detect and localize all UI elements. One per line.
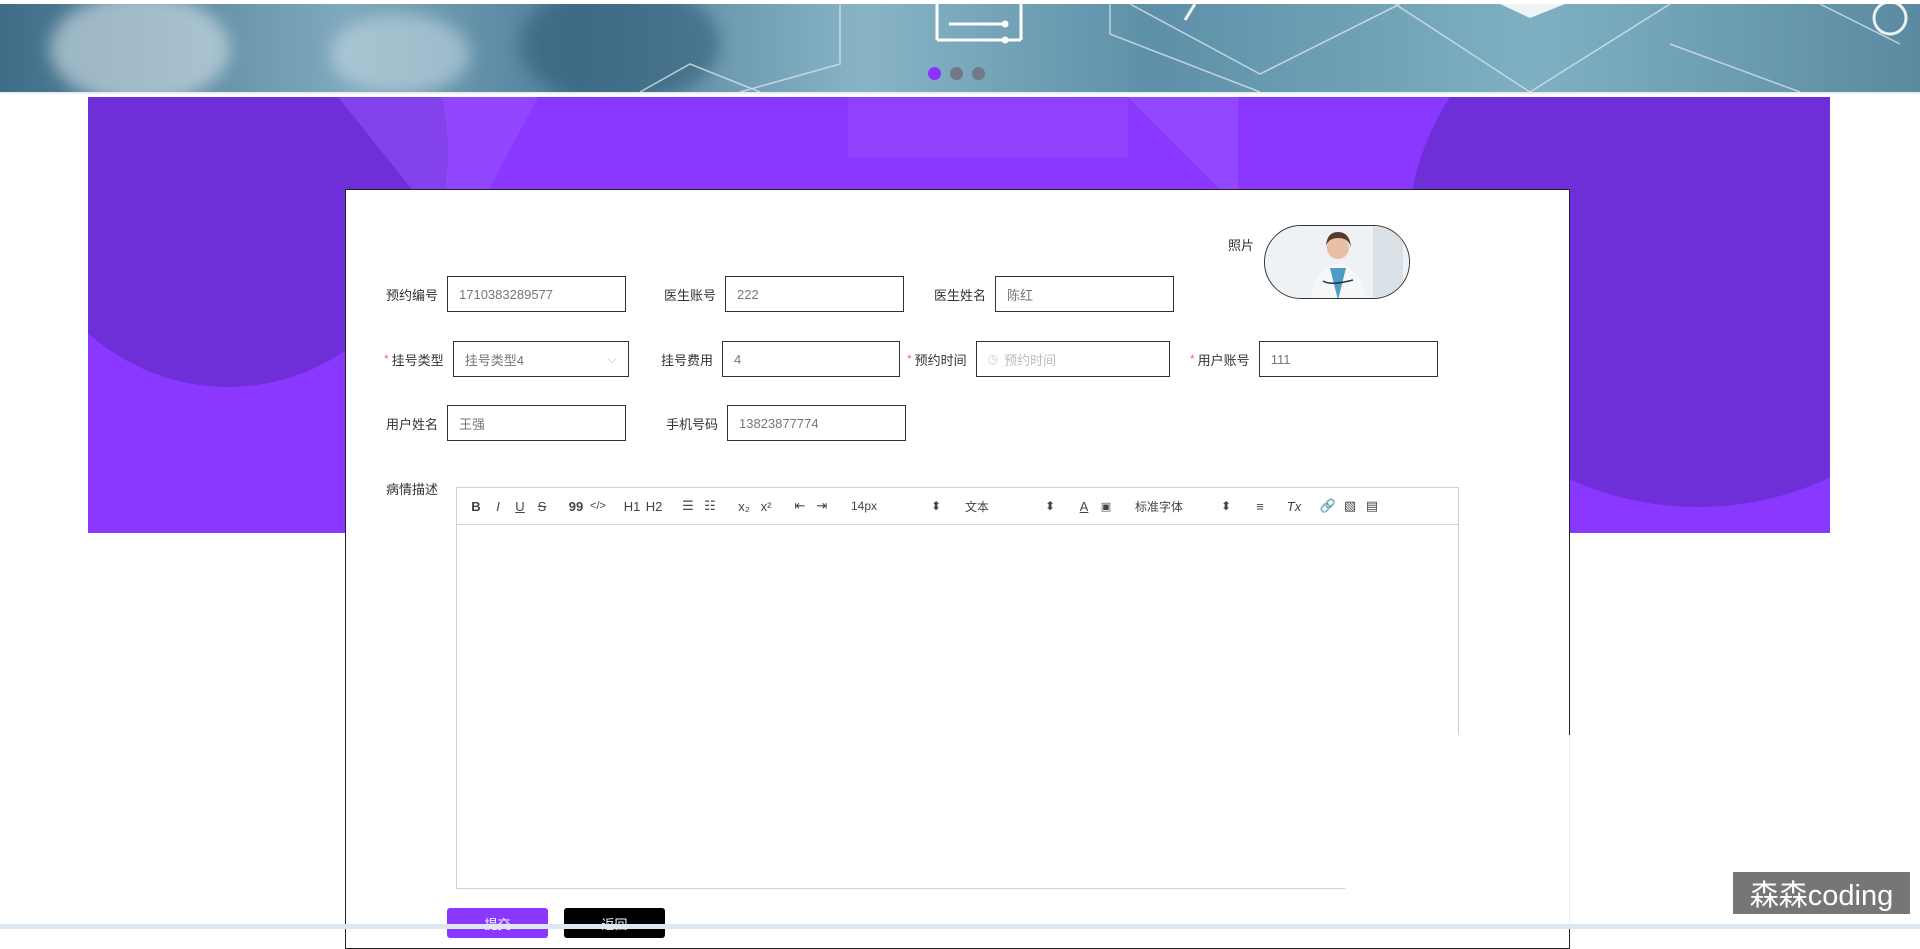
link-icon[interactable]: 🔗 [1317,496,1339,516]
clean-format-button[interactable]: Tx [1283,496,1305,516]
superscript-button[interactable]: x² [755,496,777,516]
image-icon[interactable]: ▧ [1339,496,1361,516]
user-name-input[interactable]: 王强 [447,405,627,441]
required-mark: * [907,352,912,366]
doctor-name-label: 医生姓名 [934,287,987,303]
user-name-label: 用户姓名 [386,416,439,432]
carousel-dot-2[interactable] [950,67,963,80]
doctor-account-input[interactable]: 222 [725,276,905,312]
top-banner-carousel [0,4,1920,94]
description-label: 病情描述 [386,482,439,497]
appointment-no-input[interactable]: 1710383289577 [447,276,627,312]
strike-button[interactable]: S [531,496,553,516]
bold-button[interactable]: B [465,496,487,516]
doctor-account-label: 医生账号 [664,287,717,303]
code-block-button[interactable]: </> [587,496,609,516]
appointment-no-label: 预约编号 [386,287,439,303]
editor-toolbar: B I U S 99 </> H1 H2 ☰ ☷ x₂ x² ⇤ ⇥ 14px … [457,488,1458,525]
editor-content-area[interactable] [457,525,1458,888]
clipboard-icon [935,4,1023,44]
user-account-input[interactable]: 111 [1258,341,1438,377]
underline-button[interactable]: U [509,496,531,516]
reg-fee-input[interactable]: 4 [722,341,901,377]
photo-label: 照片 [1228,238,1255,253]
font-size-value: 14px [851,499,878,513]
outdent-icon[interactable]: ⇤ [789,496,811,516]
header-2-button[interactable]: H2 [643,496,665,516]
background-color-icon[interactable]: ▣ [1095,496,1117,516]
doctor-photo[interactable] [1264,225,1410,299]
reg-fee-label: 挂号费用 [661,352,714,368]
appt-time-label: 预约时间 [914,352,967,368]
bottom-bar [0,924,1920,929]
blockquote-button[interactable]: 99 [565,496,587,516]
reg-type-select[interactable]: 挂号类型4 ⌵ [452,341,629,377]
block-format-value: 文本 [965,499,990,514]
sort-arrows-icon: ⬍ [930,499,941,513]
font-family-select[interactable]: 标准字体 ⬍ [1129,498,1237,515]
bullet-list-icon[interactable]: ☷ [699,496,721,516]
required-mark: * [384,352,389,366]
align-icon[interactable]: ≡ [1249,496,1271,516]
appt-time-placeholder: 预约时间 [1004,352,1057,368]
video-icon[interactable]: ▤ [1361,496,1383,516]
sort-arrows-icon: ⬍ [1220,499,1231,513]
text-color-icon[interactable]: A [1073,496,1095,516]
indent-icon[interactable]: ⇥ [811,496,833,516]
doctor-avatar-image [1265,226,1409,298]
back-button[interactable]: 返回 [564,908,665,938]
sort-arrows-icon: ⬍ [1044,499,1055,513]
clock-icon: ◷ [987,352,999,366]
phone-input[interactable]: 13823877774 [727,405,907,441]
watermark: 森森coding [1733,872,1910,914]
reg-type-value: 挂号类型4 [464,352,524,368]
ordered-list-icon[interactable]: ☰ [677,496,699,516]
block-format-select[interactable]: 文本 ⬍ [959,498,1061,515]
user-account-label: 用户账号 [1197,352,1250,368]
rich-text-editor: B I U S 99 </> H1 H2 ☰ ☷ x₂ x² ⇤ ⇥ 14px … [456,487,1459,889]
carousel-dot-1[interactable] [928,67,941,80]
header-1-button[interactable]: H1 [621,496,643,516]
carousel-indicators [928,67,985,80]
submit-button[interactable]: 提交 [447,908,548,938]
subscript-button[interactable]: x₂ [733,496,755,516]
font-size-select[interactable]: 14px ⬍ [845,499,947,513]
phone-label: 手机号码 [666,416,719,432]
appt-time-picker[interactable]: ◷ 预约时间 [975,341,1170,377]
chevron-down-icon: ⌵ [607,351,617,366]
reg-type-label: 挂号类型 [391,352,444,368]
required-mark: * [1190,352,1195,366]
doctor-name-input[interactable]: 陈红 [995,276,1175,312]
carousel-dot-3[interactable] [972,67,985,80]
font-family-value: 标准字体 [1135,499,1184,514]
italic-button[interactable]: I [487,496,509,516]
